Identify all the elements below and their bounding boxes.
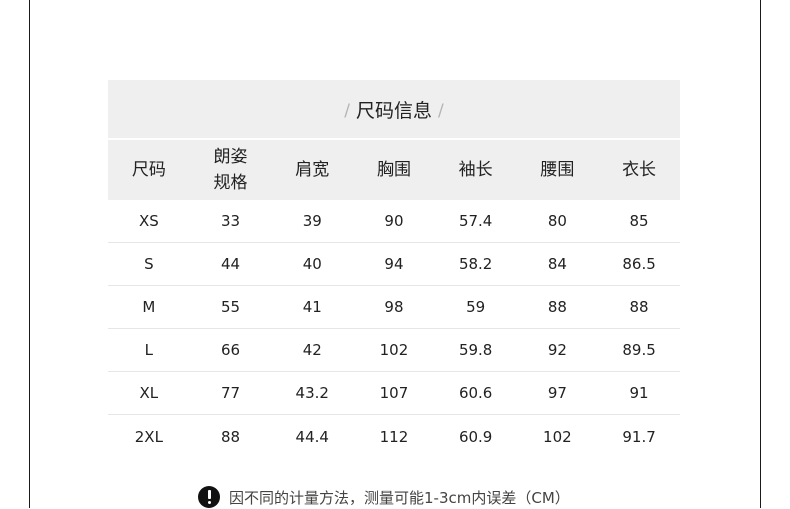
table-header-row: 尺码 朗姿 规格 肩宽 胸围 袖长 腰围 衣长 (108, 140, 680, 200)
header-brand-spec: 朗姿 规格 (213, 147, 248, 193)
cell-waist: 88 (547, 298, 567, 316)
cell-bust: 112 (379, 427, 409, 446)
header-shoulder: 肩宽 (295, 160, 330, 180)
cell-length: 91.7 (622, 427, 656, 446)
cell-bust: 94 (384, 255, 404, 273)
cell-waist: 80 (547, 212, 567, 230)
header-bust: 胸围 (376, 160, 411, 180)
cell-sleeve: 59 (466, 298, 486, 316)
title-slash-right: / (438, 101, 444, 121)
size-table: / 尺码信息 / 尺码 朗姿 规格 肩宽 胸围 袖长 腰围 衣长 XS 33 3… (108, 80, 680, 458)
cell-length: 88 (629, 298, 649, 316)
cell-size: M (142, 298, 156, 316)
cell-size: XS (138, 212, 159, 230)
table-row: XL 77 43.2 107 60.6 97 91 (108, 372, 680, 415)
cell-brand-spec: 88 (221, 427, 241, 446)
cell-bust: 90 (384, 212, 404, 230)
cell-size: S (144, 255, 154, 273)
cell-waist: 102 (543, 427, 572, 446)
header-waist: 腰围 (540, 160, 575, 180)
cell-sleeve: 60.6 (458, 384, 493, 402)
cell-bust: 107 (379, 384, 409, 402)
cell-sleeve: 57.4 (458, 212, 493, 230)
header-length: 衣长 (622, 160, 657, 180)
cell-brand-spec: 33 (221, 212, 241, 230)
cell-size: 2XL (134, 427, 163, 446)
cell-brand-spec: 44 (221, 255, 241, 273)
table-title: 尺码信息 (355, 99, 432, 122)
cell-shoulder: 40 (302, 255, 322, 273)
header-sleeve: 袖长 (458, 160, 493, 180)
table-row: S 44 40 94 58.2 84 86.5 (108, 243, 680, 286)
cell-shoulder: 42 (302, 341, 322, 359)
table-row: M 55 41 98 59 88 88 (108, 286, 680, 329)
note-text: 因不同的计量方法，测量可能1-3cm内误差（CM） (229, 488, 570, 507)
cell-brand-spec: 77 (221, 384, 241, 402)
cell-shoulder: 41 (302, 298, 322, 316)
cell-size: L (144, 341, 154, 359)
title-slash-left: / (344, 101, 350, 121)
cell-brand-spec: 66 (221, 341, 241, 359)
cell-shoulder: 44.4 (295, 427, 329, 446)
table-row: XS 33 39 90 57.4 80 85 (108, 200, 680, 243)
cell-brand-spec: 55 (221, 298, 241, 316)
cell-waist: 84 (547, 255, 567, 273)
left-border-line (29, 0, 30, 508)
cell-waist: 97 (547, 384, 567, 402)
exclamation-circle-icon (198, 486, 220, 508)
right-border-line (760, 0, 761, 508)
cell-length: 91 (629, 384, 649, 402)
cell-size: XL (139, 384, 159, 402)
table-title-bar: / 尺码信息 / (108, 80, 680, 138)
table-row: L 66 42 102 59.8 92 89.5 (108, 329, 680, 372)
measurement-note: 因不同的计量方法，测量可能1-3cm内误差（CM） (198, 485, 570, 509)
cell-sleeve: 59.8 (458, 341, 493, 359)
table-row: 2XL 88 44.4 112 60.9 102 91.7 (108, 415, 680, 458)
cell-sleeve: 58.2 (458, 255, 493, 273)
cell-length: 89.5 (622, 341, 656, 359)
cell-shoulder: 39 (302, 212, 322, 230)
cell-sleeve: 60.9 (458, 427, 493, 446)
exclamation-bar (207, 490, 211, 499)
exclamation-dot (207, 501, 211, 504)
cell-length: 86.5 (622, 255, 656, 273)
cell-bust: 98 (384, 298, 404, 316)
cell-shoulder: 43.2 (295, 384, 329, 402)
header-size: 尺码 (131, 160, 166, 180)
cell-bust: 102 (379, 341, 409, 359)
cell-waist: 92 (547, 341, 567, 359)
cell-length: 85 (629, 212, 649, 230)
